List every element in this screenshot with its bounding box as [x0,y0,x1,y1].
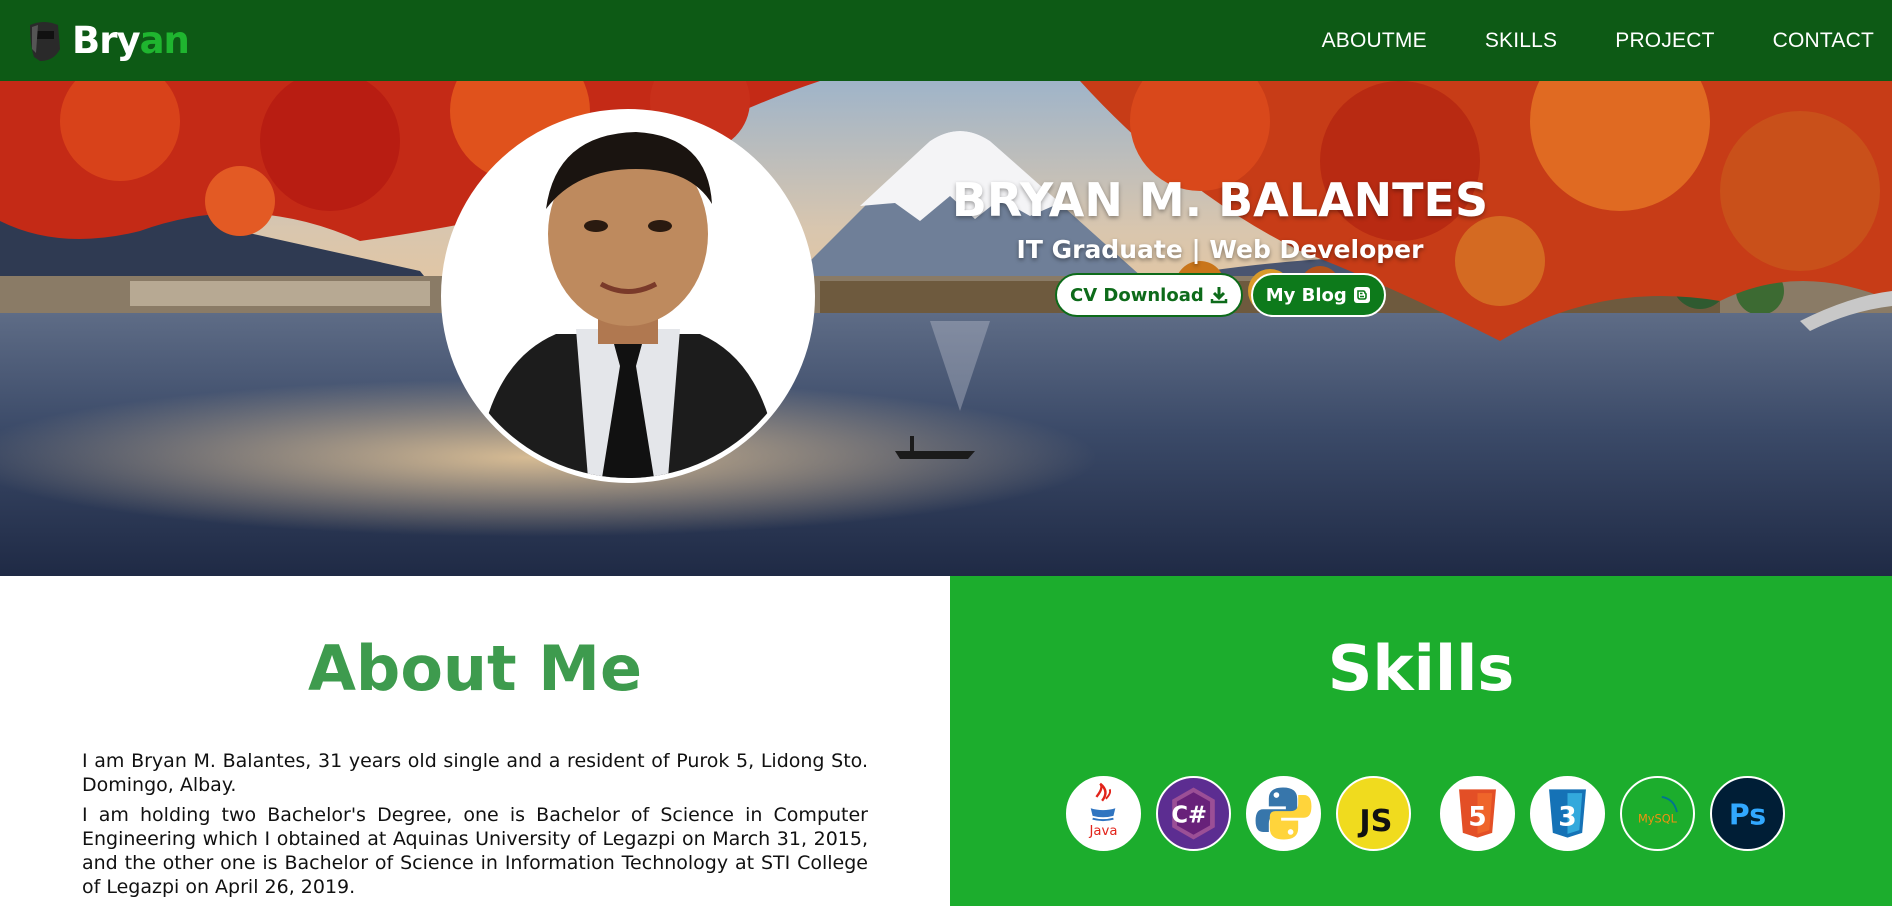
skills-section: Skills Java C# JS 5 3 MySQL Ps [950,576,1892,906]
svg-text:Ps: Ps [1729,798,1766,831]
javascript-icon: JS [1336,776,1411,851]
about-paragraph: I am holding two Bachelor's Degree, one … [82,804,868,898]
my-blog-label: My Blog [1265,284,1347,306]
svg-text:C#: C# [1171,802,1207,828]
skill-icons: Java C# JS 5 3 MySQL Ps [1066,776,1785,851]
html5-icon: 5 [1440,776,1515,851]
my-blog-button[interactable]: My Blog [1250,273,1386,317]
nav-link-project[interactable]: PROJECT [1615,29,1714,53]
nav-link-aboutme[interactable]: ABOUTME [1322,29,1427,53]
svg-text:3: 3 [1558,801,1576,832]
svg-text:JS: JS [1357,804,1392,839]
hero-name: BRYAN M. BALANTES [951,173,1489,227]
mysql-icon: MySQL [1620,776,1695,851]
nav-link-skills[interactable]: SKILLS [1485,29,1557,53]
nav-link-contact[interactable]: CONTACT [1773,29,1874,53]
profile-photo [441,109,815,483]
css3-icon: 3 [1530,776,1605,851]
svg-text:5: 5 [1468,801,1486,832]
brand-logo-link[interactable]: Bryan [24,19,190,63]
hero-banner: BRYAN M. BALANTES IT Graduate | Web Deve… [0,81,1892,576]
svg-text:MySQL: MySQL [1638,811,1678,825]
photoshop-icon: Ps [1710,776,1785,851]
java-icon: Java [1066,776,1141,851]
about-body: I am Bryan M. Balantes, 31 years old sin… [82,749,868,905]
hero-role: IT Graduate | Web Developer [1016,235,1424,264]
about-paragraph: I am Bryan M. Balantes, 31 years old sin… [82,750,868,796]
helmet-logo-icon [30,21,60,61]
about-title: About Me [307,632,643,705]
profile-portrait-image [446,114,810,478]
blogger-icon [1353,287,1370,303]
python-icon [1246,776,1321,851]
skills-title: Skills [1327,632,1515,705]
download-icon [1210,287,1227,304]
cv-download-label: CV Download [1070,284,1204,306]
navbar: Bryan ABOUTME SKILLS PROJECT CONTACT [0,0,1892,81]
hero-background-image [0,81,1892,576]
csharp-icon: C# [1156,776,1231,851]
nav-menu: ABOUTME SKILLS PROJECT CONTACT [1322,29,1874,53]
cv-download-button[interactable]: CV Download [1055,273,1243,317]
about-section: About Me I am Bryan M. Balantes, 31 year… [0,576,950,906]
brand-name: Bryan [72,19,190,62]
svg-text:Java: Java [1089,824,1118,839]
hero-buttons: CV Download My Blog [1055,273,1386,317]
